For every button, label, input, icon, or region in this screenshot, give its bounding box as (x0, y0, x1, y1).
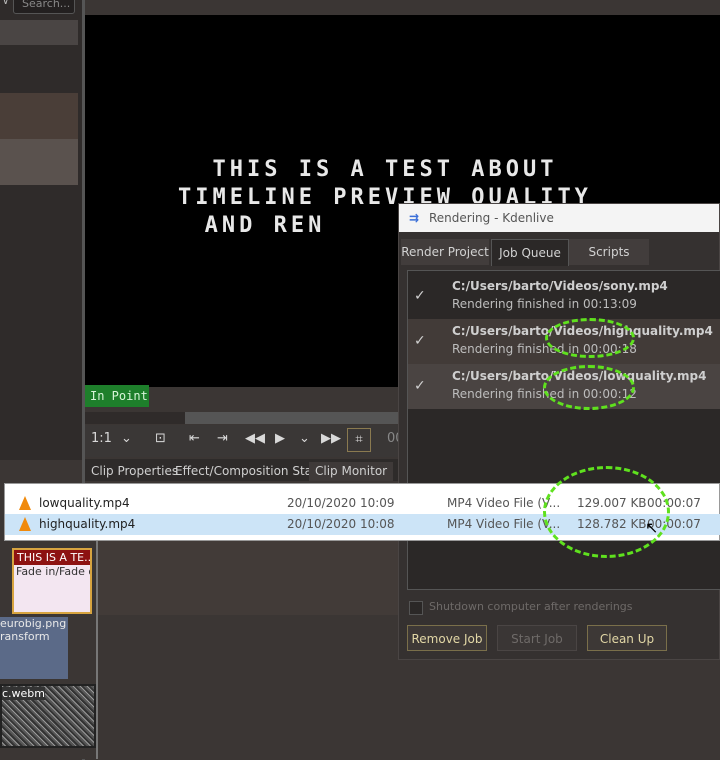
timeline-track (96, 540, 400, 615)
checkmark-icon: ✓ (414, 378, 426, 394)
checkmark-icon: ✓ (414, 288, 426, 304)
timeline-playhead[interactable] (96, 540, 98, 759)
title-clip[interactable]: THIS IS A TE... Fade in/Fade o (12, 548, 92, 614)
search-input[interactable]: Search... (13, 0, 75, 14)
bin-item[interactable] (0, 45, 78, 93)
bin-item[interactable] (0, 93, 78, 139)
clip-name: eurobig.png (0, 617, 67, 630)
kdenlive-icon: ⇉ (409, 211, 420, 225)
monitor-toolbar: 1:1 ⌄ ⊡ ⇤ ⇥ ◀◀ ▶ ⌄ ▶▶ ⌗ 00 (85, 425, 405, 457)
set-in-point-icon[interactable]: ⇤ (189, 431, 200, 446)
dialog-title: Rendering - Kdenlive (429, 211, 554, 225)
tab-job-queue[interactable]: Job Queue (491, 239, 569, 266)
tab-effect-stack[interactable]: Effect/Composition Stack (169, 462, 332, 481)
crop-icon[interactable]: ⌗ (347, 428, 371, 452)
tab-scripts[interactable]: Scripts (569, 239, 649, 265)
clip-effect: Fade in/Fade o (16, 565, 90, 578)
forward-icon[interactable]: ▶▶ (321, 431, 341, 446)
chevron-down-icon[interactable]: ∨ (2, 0, 9, 7)
play-icon[interactable]: ▶ (275, 431, 285, 446)
clip-effect: ransform (0, 630, 50, 643)
rendering-dialog: ⇉ Rendering - Kdenlive Render Project Jo… (398, 203, 720, 660)
tab-render-project[interactable]: Render Project (401, 239, 489, 265)
bin-item[interactable] (0, 20, 78, 45)
list-item[interactable]: ✓ C:/Users/barto/Videos/sony.mp4 Renderi… (408, 274, 720, 319)
tab-clip-monitor[interactable]: Clip Monitor (309, 462, 394, 481)
file-date: 20/10/2020 10:08 (287, 517, 395, 531)
shutdown-checkbox[interactable] (409, 601, 423, 615)
title-line-1: THIS IS A TEST ABOUT (212, 157, 558, 182)
clean-up-button[interactable]: Clean Up (587, 625, 667, 651)
checkmark-icon: ✓ (414, 333, 426, 349)
start-job-button[interactable]: Start Job (497, 625, 577, 651)
file-name: lowquality.mp4 (39, 496, 130, 510)
monitor-ruler[interactable] (85, 412, 405, 424)
clip-name: c.webm (2, 687, 46, 700)
shutdown-label: Shutdown computer after renderings (429, 600, 633, 613)
rewind-icon[interactable]: ◀◀ (245, 431, 265, 446)
vlc-icon (19, 496, 31, 510)
chevron-down-icon[interactable]: ⌄ (299, 431, 310, 446)
timeline-area: THIS IS A TE... Fade in/Fade o eurobig.p… (0, 540, 400, 759)
clip-name: THIS IS A TE... (14, 550, 90, 565)
set-out-point-icon[interactable]: ⇥ (217, 431, 228, 446)
chevron-down-icon[interactable]: ⌄ (121, 431, 132, 446)
file-date: 20/10/2020 10:09 (287, 496, 395, 510)
job-path: C:/Users/barto/Videos/sony.mp4 (452, 279, 668, 293)
annotation-ellipse (543, 365, 635, 410)
image-clip[interactable]: eurobig.png ransform (0, 617, 68, 679)
file-name: highquality.mp4 (39, 517, 136, 531)
video-clip[interactable]: c.webm (0, 684, 96, 748)
zoom-select[interactable]: 1:1 (91, 431, 112, 446)
bottom-dock-tabs: Clip Properties Effect/Composition Stack… (85, 459, 405, 481)
remove-job-button[interactable]: Remove Job (407, 625, 487, 651)
overlay-icon[interactable]: ⊡ (155, 431, 166, 446)
annotation-ellipse (545, 318, 635, 358)
in-point-label: In Point (85, 385, 149, 407)
dialog-titlebar[interactable]: ⇉ Rendering - Kdenlive (399, 204, 719, 232)
job-status: Rendering finished in 00:13:09 (452, 297, 637, 311)
annotation-ellipse (543, 466, 670, 558)
bin-item[interactable] (0, 139, 78, 185)
vlc-icon (19, 517, 31, 531)
